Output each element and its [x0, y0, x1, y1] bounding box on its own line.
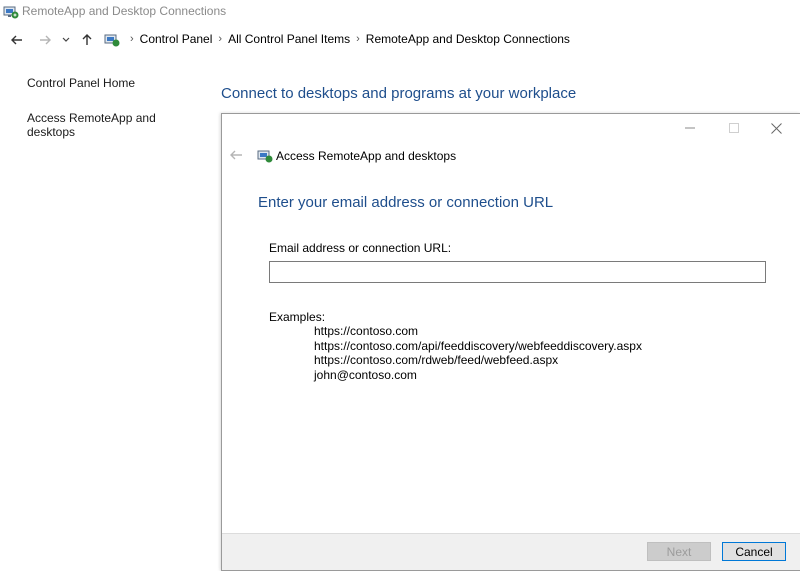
dialog-title: Access RemoteApp and desktops	[276, 149, 457, 163]
recent-locations-button[interactable]	[59, 31, 73, 49]
example-item: https://contoso.com	[314, 324, 419, 338]
next-button[interactable]: Next	[647, 542, 711, 561]
left-pane: Control Panel Home Access RemoteApp and …	[27, 76, 207, 160]
breadcrumb-separator: ›	[218, 33, 223, 45]
dialog-heading: Enter your email address or connection U…	[258, 194, 554, 211]
forward-arrow-icon	[40, 35, 51, 45]
window-title: RemoteApp and Desktop Connections	[22, 4, 227, 18]
chevron-down-icon	[62, 37, 70, 42]
close-icon	[770, 122, 782, 134]
access-remoteapp-dialog: Access RemoteApp and desktops Enter your…	[221, 113, 800, 571]
maximize-button[interactable]	[722, 118, 746, 138]
cancel-button[interactable]: Cancel	[722, 542, 786, 561]
example-item: https://contoso.com/api/feeddiscovery/we…	[314, 338, 642, 353]
remoteapp-icon	[3, 6, 19, 19]
back-arrow-icon[interactable]	[228, 147, 244, 163]
window-titlebar: RemoteApp and Desktop Connections	[0, 0, 800, 24]
page-title: Connect to desktops and programs at your…	[221, 85, 577, 102]
breadcrumb-all-items[interactable]: All Control Panel Items	[228, 32, 350, 46]
examples-list: https://contoso.com https://contoso.com/…	[314, 324, 642, 382]
control-panel-home-link[interactable]: Control Panel Home	[27, 76, 207, 90]
url-field-label: Email address or connection URL:	[269, 241, 452, 255]
url-input[interactable]	[269, 261, 766, 283]
remoteapp-icon	[257, 150, 273, 163]
back-arrow-icon	[11, 35, 22, 45]
maximize-icon	[729, 123, 739, 133]
access-remoteapp-link[interactable]: Access RemoteApp and desktops	[27, 111, 207, 139]
example-item: https://contoso.com/rdweb/feed/webfeed.a…	[314, 353, 559, 367]
forward-button[interactable]	[36, 31, 54, 49]
breadcrumb-control-panel[interactable]: Control Panel	[140, 32, 213, 46]
minimize-button[interactable]	[678, 118, 702, 138]
up-arrow-icon	[82, 34, 92, 45]
breadcrumb-separator: ›	[356, 33, 360, 45]
up-button[interactable]	[78, 31, 96, 49]
examples-label: Examples:	[269, 310, 326, 324]
back-button[interactable]	[8, 31, 26, 49]
dialog-footer: Next Cancel	[222, 533, 800, 570]
address-bar: › Control Panel › All Control Panel Item…	[0, 26, 800, 54]
close-button[interactable]	[764, 118, 788, 138]
minimize-icon	[685, 127, 695, 129]
example-item: john@contoso.com	[314, 367, 417, 382]
breadcrumb-separator: ›	[130, 33, 134, 45]
remoteapp-icon	[104, 34, 120, 47]
breadcrumb-remoteapp[interactable]: RemoteApp and Desktop Connections	[366, 32, 570, 46]
breadcrumb: › Control Panel › All Control Panel Item…	[124, 32, 570, 46]
